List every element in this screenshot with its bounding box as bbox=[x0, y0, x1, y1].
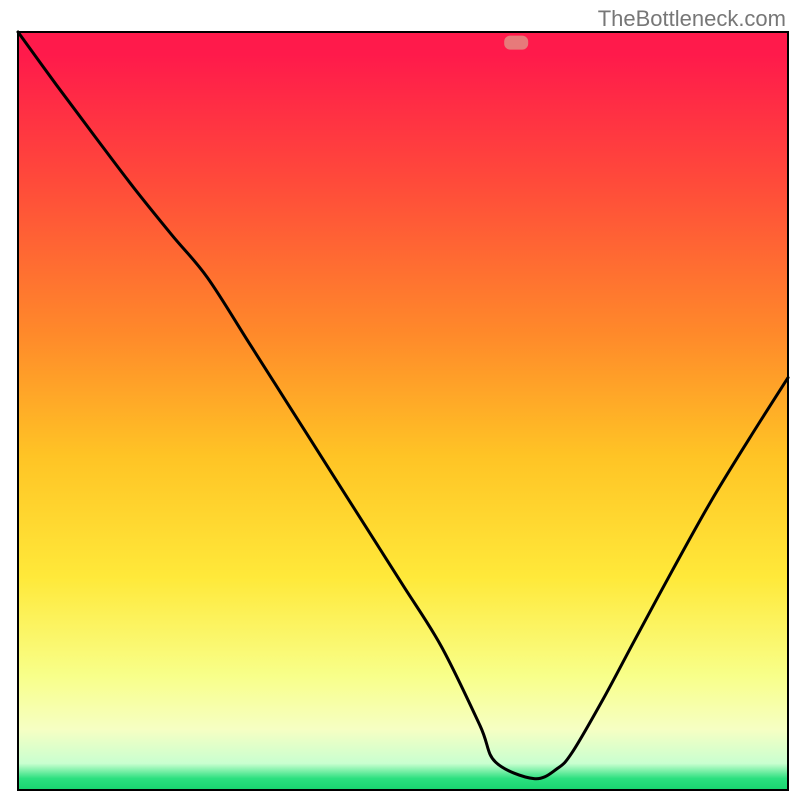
chart-container: TheBottleneck.com bbox=[0, 0, 800, 800]
attribution-text: TheBottleneck.com bbox=[598, 6, 786, 32]
plot-background bbox=[18, 32, 788, 790]
bottleneck-chart bbox=[0, 0, 800, 800]
minimum-marker bbox=[504, 36, 528, 50]
